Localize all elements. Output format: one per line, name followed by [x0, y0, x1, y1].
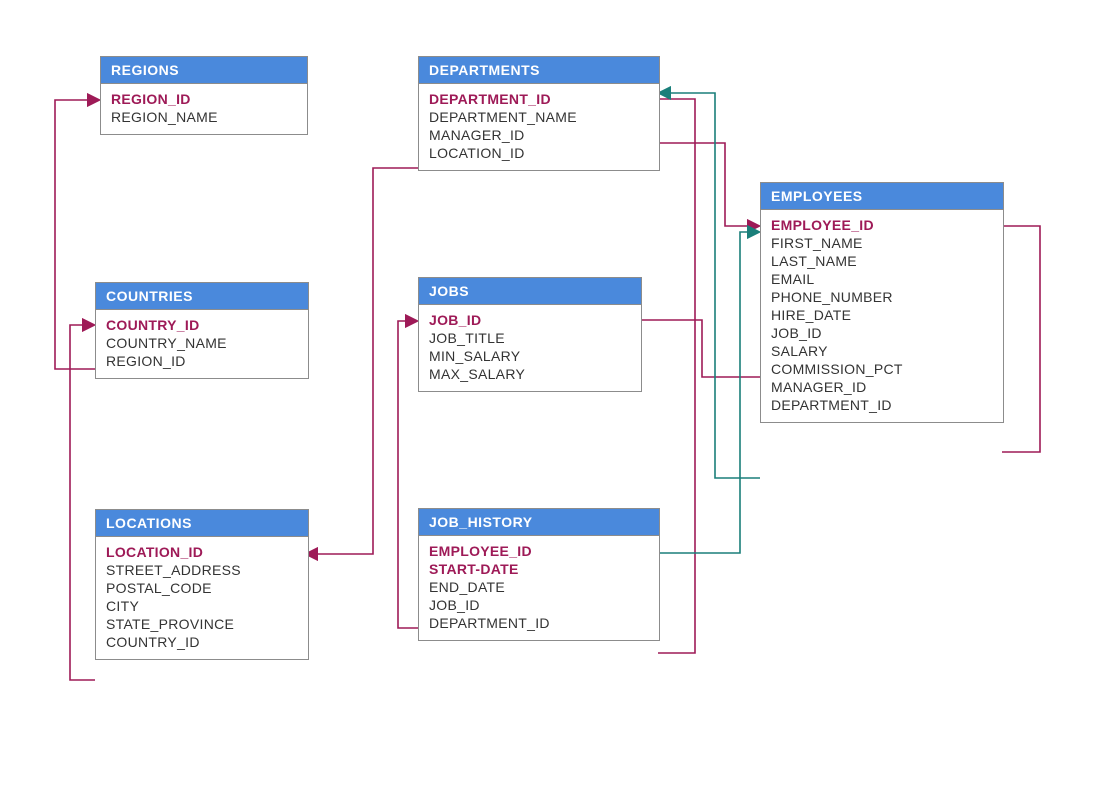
column: JOB_ID: [771, 324, 993, 342]
column: COUNTRY_ID: [106, 633, 298, 651]
column: DEPARTMENT_ID: [429, 614, 649, 632]
column-pk: EMPLOYEE_ID: [771, 216, 993, 234]
column: STREET_ADDRESS: [106, 561, 298, 579]
table-columns: EMPLOYEE_ID START-DATE END_DATE JOB_ID D…: [419, 536, 659, 640]
column: POSTAL_CODE: [106, 579, 298, 597]
column: CITY: [106, 597, 298, 615]
table-title: REGIONS: [101, 57, 307, 84]
table-title: EMPLOYEES: [761, 183, 1003, 210]
column: DEPARTMENT_NAME: [429, 108, 649, 126]
table-columns: LOCATION_ID STREET_ADDRESS POSTAL_CODE C…: [96, 537, 308, 659]
column: EMAIL: [771, 270, 993, 288]
column: REGION_ID: [106, 352, 298, 370]
column-pk: JOB_ID: [429, 311, 631, 329]
table-title: COUNTRIES: [96, 283, 308, 310]
column: LOCATION_ID: [429, 144, 649, 162]
column: MIN_SALARY: [429, 347, 631, 365]
table-regions: REGIONS REGION_ID REGION_NAME: [100, 56, 308, 135]
column: LAST_NAME: [771, 252, 993, 270]
column: PHONE_NUMBER: [771, 288, 993, 306]
column: COMMISSION_PCT: [771, 360, 993, 378]
column: MANAGER_ID: [771, 378, 993, 396]
column: STATE_PROVINCE: [106, 615, 298, 633]
table-locations: LOCATIONS LOCATION_ID STREET_ADDRESS POS…: [95, 509, 309, 660]
column: SALARY: [771, 342, 993, 360]
column-pk: DEPARTMENT_ID: [429, 90, 649, 108]
table-title: LOCATIONS: [96, 510, 308, 537]
table-columns: EMPLOYEE_ID FIRST_NAME LAST_NAME EMAIL P…: [761, 210, 1003, 422]
table-columns: DEPARTMENT_ID DEPARTMENT_NAME MANAGER_ID…: [419, 84, 659, 170]
column: COUNTRY_NAME: [106, 334, 298, 352]
table-columns: COUNTRY_ID COUNTRY_NAME REGION_ID: [96, 310, 308, 378]
table-columns: REGION_ID REGION_NAME: [101, 84, 307, 134]
table-title: JOB_HISTORY: [419, 509, 659, 536]
column-pk: REGION_ID: [111, 90, 297, 108]
column: DEPARTMENT_ID: [771, 396, 993, 414]
column: JOB_ID: [429, 596, 649, 614]
table-title: DEPARTMENTS: [419, 57, 659, 84]
column-pk: EMPLOYEE_ID: [429, 542, 649, 560]
column: END_DATE: [429, 578, 649, 596]
column-pk: COUNTRY_ID: [106, 316, 298, 334]
column-pk: LOCATION_ID: [106, 543, 298, 561]
column: MANAGER_ID: [429, 126, 649, 144]
table-countries: COUNTRIES COUNTRY_ID COUNTRY_NAME REGION…: [95, 282, 309, 379]
table-departments: DEPARTMENTS DEPARTMENT_ID DEPARTMENT_NAM…: [418, 56, 660, 171]
column: FIRST_NAME: [771, 234, 993, 252]
column: HIRE_DATE: [771, 306, 993, 324]
column: MAX_SALARY: [429, 365, 631, 383]
column-pk: START-DATE: [429, 560, 649, 578]
table-title: JOBS: [419, 278, 641, 305]
table-employees: EMPLOYEES EMPLOYEE_ID FIRST_NAME LAST_NA…: [760, 182, 1004, 423]
table-job-history: JOB_HISTORY EMPLOYEE_ID START-DATE END_D…: [418, 508, 660, 641]
column: JOB_TITLE: [429, 329, 631, 347]
table-columns: JOB_ID JOB_TITLE MIN_SALARY MAX_SALARY: [419, 305, 641, 391]
column: REGION_NAME: [111, 108, 297, 126]
er-diagram-canvas: REGIONS REGION_ID REGION_NAME COUNTRIES …: [0, 0, 1102, 792]
table-jobs: JOBS JOB_ID JOB_TITLE MIN_SALARY MAX_SAL…: [418, 277, 642, 392]
